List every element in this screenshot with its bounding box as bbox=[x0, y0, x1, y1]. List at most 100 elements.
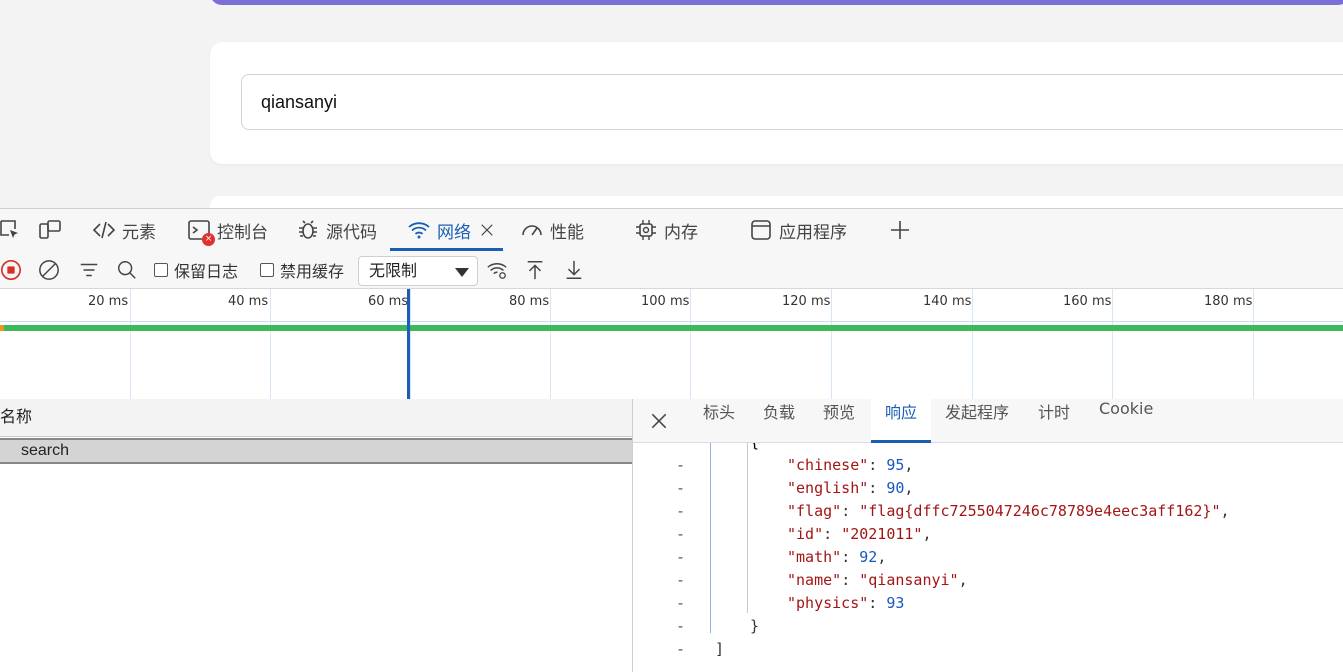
json-comma: , bbox=[877, 548, 887, 566]
tab-initiator[interactable]: 发起程序 bbox=[945, 399, 1009, 443]
json-comma: , bbox=[1220, 502, 1230, 520]
timeline-separator bbox=[0, 321, 1343, 322]
throttle-value: 无限制 bbox=[369, 261, 418, 280]
request-start-marker bbox=[0, 325, 4, 331]
clear-button[interactable] bbox=[38, 251, 60, 289]
disable-cache-checkbox[interactable] bbox=[260, 263, 274, 277]
timeline-gridline bbox=[550, 289, 551, 399]
table-row[interactable]: search bbox=[0, 438, 632, 464]
json-value: 92 bbox=[859, 548, 878, 566]
page-header-bar bbox=[210, 0, 1343, 5]
timeline-gridline bbox=[972, 289, 973, 399]
tab-console[interactable]: × 控制台 bbox=[187, 209, 268, 251]
preserve-log-label: 保留日志 bbox=[174, 262, 239, 281]
json-field-line: "id": "2021011", bbox=[787, 523, 932, 546]
timeline-gridline bbox=[410, 289, 411, 399]
plus-icon bbox=[891, 221, 909, 239]
filter-icon bbox=[80, 263, 98, 277]
json-comma: , bbox=[904, 479, 914, 497]
gutter-marker: - bbox=[676, 640, 686, 658]
inspect-element-button[interactable] bbox=[0, 209, 22, 251]
json-comma: , bbox=[922, 525, 932, 543]
timeline-overview[interactable]: 20 ms 40 ms 60 ms 80 ms 100 ms 120 ms 14… bbox=[0, 289, 1343, 399]
timeline-tick-label: 20 ms bbox=[88, 294, 129, 309]
chip-icon bbox=[636, 220, 656, 240]
json-field-line: "english": 90, bbox=[787, 477, 913, 500]
filter-button[interactable] bbox=[78, 251, 100, 289]
gutter-marker: - bbox=[676, 479, 686, 497]
request-list: 名称 search bbox=[0, 399, 632, 672]
search-input[interactable]: qiansanyi bbox=[241, 74, 1343, 130]
close-icon[interactable] bbox=[649, 411, 669, 431]
export-har-button[interactable] bbox=[563, 251, 585, 289]
timeline-tick-label: 80 ms bbox=[509, 294, 550, 309]
tab-timing[interactable]: 计时 bbox=[1038, 399, 1070, 443]
tab-cookies[interactable]: Cookie bbox=[1099, 399, 1153, 443]
gutter-marker: - bbox=[676, 594, 686, 612]
clear-icon bbox=[39, 260, 59, 280]
tab-label: 控制台 bbox=[217, 222, 268, 243]
record-button[interactable] bbox=[0, 251, 22, 289]
tab-elements[interactable]: 元素 bbox=[92, 209, 156, 251]
device-toolbar-button[interactable] bbox=[38, 209, 62, 251]
tab-sources[interactable]: 源代码 bbox=[296, 209, 377, 251]
json-value: "flag{dffc7255047246c78789e4eec3aff162}" bbox=[859, 502, 1221, 520]
more-tabs-button[interactable] bbox=[888, 209, 912, 251]
timeline-tick-label: 100 ms bbox=[641, 294, 690, 309]
gutter-marker: - bbox=[676, 571, 686, 589]
preserve-log-toggle[interactable]: 保留日志 bbox=[154, 251, 238, 289]
devtools-panel: 元素 × 控制台 源代码 网络 性能 内存 应用程序 保留日志 禁用缓存 无限制… bbox=[0, 208, 1343, 672]
gauge-icon bbox=[522, 225, 542, 236]
json-field-line: "math": 92, bbox=[787, 546, 886, 569]
json-colon: : bbox=[868, 456, 887, 474]
json-field-line: "name": "qiansanyi", bbox=[787, 569, 968, 592]
preserve-log-checkbox[interactable] bbox=[154, 263, 168, 277]
json-key: "name" bbox=[787, 571, 842, 589]
json-value: "2021011" bbox=[841, 525, 923, 543]
json-colon: : bbox=[841, 548, 860, 566]
tab-response[interactable]: 响应 bbox=[871, 399, 932, 443]
tab-payload[interactable]: 负载 bbox=[763, 399, 795, 443]
column-header-name[interactable]: 名称 bbox=[0, 399, 632, 437]
indent-guide bbox=[747, 443, 748, 613]
gutter-marker: - bbox=[676, 456, 686, 474]
search-card: qiansanyi bbox=[210, 42, 1343, 164]
code-close-brace: } bbox=[750, 617, 760, 635]
timeline-tick-label: 60 ms bbox=[368, 294, 409, 309]
json-colon: : bbox=[841, 571, 860, 589]
timeline-cursor[interactable] bbox=[407, 289, 410, 399]
search-button[interactable] bbox=[116, 251, 138, 289]
tab-preview[interactable]: 预览 bbox=[823, 399, 855, 443]
timeline-gridline bbox=[1112, 289, 1113, 399]
disable-cache-toggle[interactable]: 禁用缓存 bbox=[260, 251, 344, 289]
indent-guide bbox=[710, 443, 711, 633]
gutter-marker: - bbox=[676, 502, 686, 520]
timeline-tick-label: 140 ms bbox=[923, 294, 972, 309]
timeline-gridline bbox=[690, 289, 691, 399]
timeline-tick-label: 120 ms bbox=[782, 294, 831, 309]
json-colon: : bbox=[868, 479, 887, 497]
download-icon bbox=[566, 260, 582, 279]
network-conditions-button[interactable] bbox=[486, 251, 508, 289]
throttle-select[interactable]: 无限制 bbox=[358, 256, 478, 286]
json-value: 95 bbox=[886, 456, 905, 474]
close-network-tab-button[interactable] bbox=[478, 209, 496, 251]
tab-application[interactable]: 应用程序 bbox=[749, 209, 847, 251]
response-body[interactable]: { - "chinese": 95, - "english": 90, - "flag":… bbox=[633, 443, 1343, 672]
tab-label: 源代码 bbox=[326, 222, 377, 243]
code-icon bbox=[92, 221, 116, 239]
code-close-bracket: ] bbox=[715, 640, 725, 658]
tab-headers[interactable]: 标头 bbox=[703, 399, 735, 443]
close-icon bbox=[481, 224, 493, 236]
json-key: "math" bbox=[787, 548, 842, 566]
json-value: "qiansanyi" bbox=[859, 571, 959, 589]
json-comma: , bbox=[958, 571, 968, 589]
json-field-line: "flag": "flag{dffc7255047246c78789e4eec3… bbox=[787, 500, 1230, 523]
import-har-button[interactable] bbox=[524, 251, 546, 289]
timeline-gridline bbox=[831, 289, 832, 399]
window-icon bbox=[751, 220, 771, 240]
code-open-brace: { bbox=[750, 443, 759, 454]
network-toolbar: 保留日志 禁用缓存 无限制 bbox=[0, 251, 1343, 289]
tab-performance[interactable]: 性能 bbox=[520, 209, 584, 251]
tab-memory[interactable]: 内存 bbox=[634, 209, 698, 251]
